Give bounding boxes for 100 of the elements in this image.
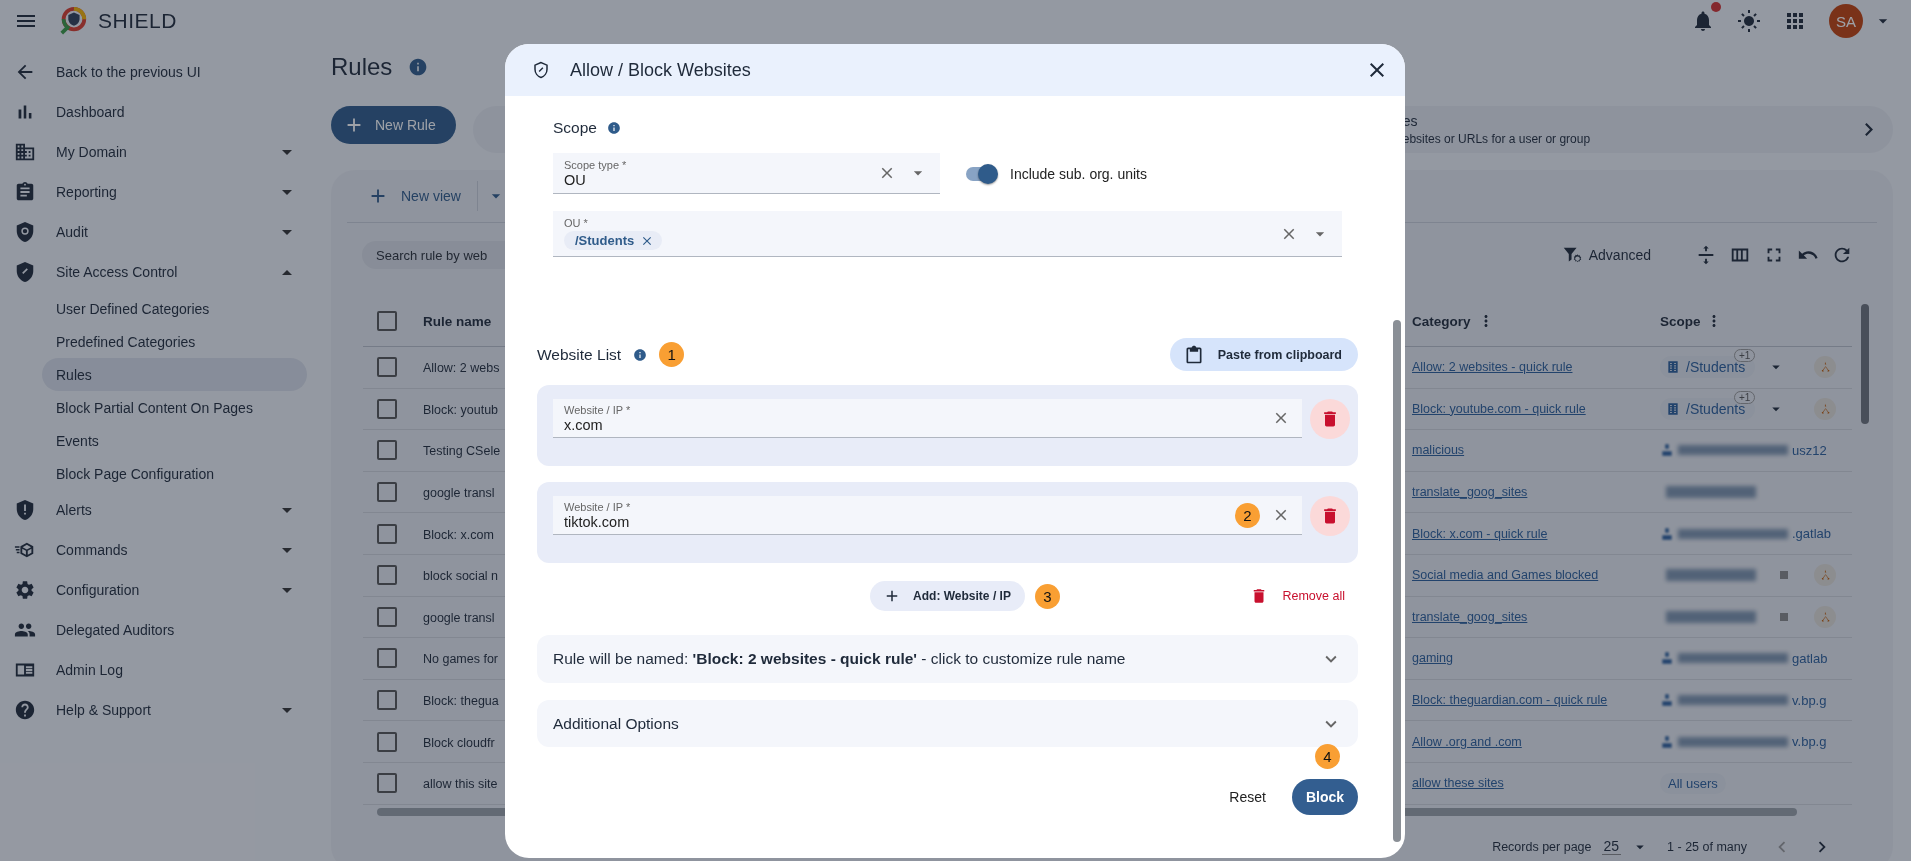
blurred-person-icon [1660, 693, 1674, 708]
sidebar-item[interactable]: Configuration [0, 570, 330, 610]
category-link[interactable]: Block: youtube.com - quick rule [1412, 401, 1586, 416]
sidebar-item[interactable]: Delegated Auditors [0, 610, 330, 650]
category-link[interactable]: Block: theguardian.com - quick rule [1412, 693, 1608, 708]
sidebar-item[interactable]: Commands [0, 530, 330, 570]
rule-name-cell: Block: thegua [423, 694, 499, 709]
rule-name-cell: Testing CSele [423, 444, 501, 459]
count-badge: +1 [1734, 349, 1756, 363]
website-field[interactable]: Website / IP * tiktok.com 2 [553, 496, 1302, 535]
row-checkbox[interactable] [377, 440, 397, 461]
select-all-checkbox[interactable] [377, 311, 397, 331]
sidebar-subitem[interactable]: Predefined Categories [42, 325, 307, 358]
sidebar-item[interactable]: My Domain [0, 132, 330, 172]
advanced-filter-button[interactable]: Advanced [1554, 243, 1657, 267]
info-icon[interactable] [408, 57, 429, 77]
step-marker: 3 [1034, 583, 1060, 609]
scope-text: gatlab [1792, 650, 1828, 666]
row-checkbox[interactable] [377, 357, 397, 378]
row-checkbox[interactable] [377, 398, 397, 419]
sun-icon[interactable] [1737, 9, 1761, 33]
blurred-mark [1780, 612, 1788, 621]
sidebar-item[interactable]: Admin Log [0, 650, 330, 690]
info-icon[interactable] [633, 347, 648, 362]
scope-text: usz12 [1792, 443, 1827, 458]
ou-select[interactable]: OU * /Students [553, 211, 1342, 257]
blurred-person-icon [1660, 443, 1674, 458]
rule-name-cell: google transl [423, 610, 495, 625]
new-rule-button[interactable]: New Rule [331, 106, 456, 144]
block-button[interactable]: Block [1291, 779, 1358, 815]
category-link[interactable]: translate_goog_sites [1412, 609, 1528, 624]
rule-name-cell: Allow: 2 webs [423, 361, 500, 376]
settings-icon [14, 579, 36, 601]
dialog-title: Allow / Block Websites [570, 59, 751, 81]
sidebar-item[interactable]: Audit [0, 212, 330, 252]
category-link[interactable]: gaming [1412, 651, 1453, 666]
row-checkbox[interactable] [377, 648, 397, 669]
rule-name-cell: Block: youtub [423, 402, 499, 417]
step-marker: 1 [659, 342, 685, 367]
scope-text: v.bp.g [1792, 692, 1827, 708]
row-checkbox[interactable] [377, 606, 397, 627]
column-header: Category [1412, 313, 1471, 329]
row-checkbox[interactable] [377, 731, 397, 752]
sidebar-item[interactable]: Reporting [0, 172, 330, 212]
blurred-person-icon [1660, 734, 1674, 749]
additional-options-title: Additional Options [553, 714, 680, 733]
sidebar-item[interactable]: Site Access Control [0, 252, 330, 292]
row-checkbox[interactable] [377, 523, 397, 544]
shield-logo-icon [58, 6, 88, 36]
category-link[interactable]: Allow .org and .com [1412, 734, 1522, 749]
paste-from-clipboard-button[interactable]: Paste from clipboard [1169, 338, 1358, 371]
info-icon[interactable] [606, 121, 621, 135]
ou-chip[interactable]: /Students [564, 231, 663, 250]
category-link[interactable]: Block: x.com - quick rule [1412, 526, 1548, 541]
row-checkbox[interactable] [377, 482, 397, 503]
row-checkbox[interactable] [377, 773, 397, 794]
sidebar-item[interactable]: Alerts [0, 490, 330, 530]
category-link[interactable]: allow these sites [1412, 776, 1504, 791]
blurred-person-icon [1660, 526, 1674, 541]
building-icon [1666, 401, 1680, 416]
row-checkbox[interactable] [377, 565, 397, 586]
records-per-page-select[interactable]: 25 [1601, 838, 1622, 856]
sidebar-subitem[interactable]: Rules [42, 358, 307, 391]
sidebar-subitem[interactable]: Events [42, 424, 307, 457]
toggle-label: Include sub. org. units [1010, 165, 1147, 182]
user-avatar[interactable]: SA [1829, 4, 1863, 38]
sidebar-subitem[interactable]: Block Partial Content On Pages [42, 391, 307, 424]
sidebar-item[interactable]: Help & Support [0, 690, 330, 730]
scope-text: .gatlab [1792, 526, 1832, 542]
building-icon [1666, 360, 1680, 375]
column-header: Rule name [423, 313, 493, 329]
section-title: Website List [537, 345, 622, 364]
add-website-button[interactable]: Add: Website / IP [870, 581, 1025, 611]
website-field[interactable]: Website / IP * x.com [553, 399, 1302, 438]
category-link[interactable]: malicious [1412, 443, 1465, 458]
rule-name-panel[interactable]: Rule will be named: 'Block: 2 websites - quick rule' - click to customize rule name [537, 635, 1358, 683]
delete-button[interactable] [1310, 398, 1350, 439]
sidebar-item[interactable]: Dashboard [0, 92, 330, 132]
new-view-button[interactable]: New view [361, 181, 467, 211]
sidebar-subitem[interactable]: User Defined Categories [42, 292, 307, 325]
rule-name-cell: block social n [423, 569, 499, 584]
chevron-right-icon [1865, 123, 1873, 136]
category-link[interactable]: translate_goog_sites [1412, 485, 1528, 500]
rule-name-cell: Block: x.com [423, 527, 494, 542]
remove-all-button[interactable]: Remove all [1244, 586, 1358, 606]
row-checkbox[interactable] [377, 690, 397, 711]
back-link[interactable]: Back to the previous UI [0, 52, 330, 92]
section-title: Scope [553, 119, 597, 137]
scope-type-select[interactable]: Scope type * OU [553, 153, 940, 194]
category-link[interactable]: Social media and Games blocked [1412, 568, 1599, 583]
sidebar-subitem[interactable]: Block Page Configuration [42, 457, 307, 490]
scope-text: v.bp.g [1792, 734, 1827, 750]
reset-button[interactable]: Reset [1227, 785, 1268, 809]
vertical-scrollbar[interactable] [1861, 304, 1869, 424]
delete-button[interactable] [1310, 495, 1350, 536]
rule-name-text: Rule will be named: 'Block: 2 websites - quick rule' - click to customize rule name [553, 650, 1127, 668]
additional-options-panel[interactable]: Additional Options [537, 700, 1358, 747]
app-name: SHIELD [98, 9, 177, 33]
scope-chip[interactable]: All users [1660, 772, 1726, 794]
category-link[interactable]: Allow: 2 websites - quick rule [1412, 360, 1573, 375]
